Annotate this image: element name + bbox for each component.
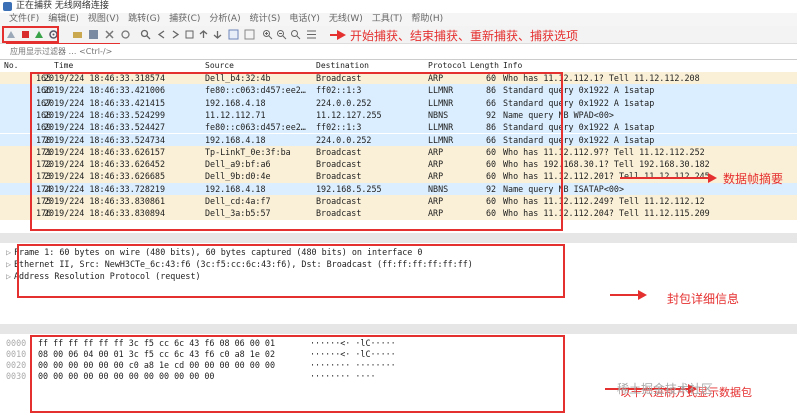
- display-filter-bar: [0, 44, 797, 60]
- colorize-icon[interactable]: [244, 29, 255, 40]
- toolbar-arrow-head: [337, 30, 346, 40]
- menu-item[interactable]: 捕获(C): [169, 13, 200, 26]
- window-title: 正在捕获 无线网络连接: [16, 1, 109, 11]
- menu-bar: 文件(F) 编辑(E) 视图(V) 跳转(G) 捕获(C) 分析(A) 统计(S) 电话(Y)…: [0, 13, 797, 26]
- pane-splitter-bottom[interactable]: [0, 324, 797, 334]
- summary-arrow-line: [620, 177, 710, 179]
- search-icon[interactable]: [140, 29, 151, 40]
- menu-item[interactable]: 视图(V): [88, 13, 119, 26]
- menu-item[interactable]: 帮助(H): [411, 13, 443, 26]
- normal-size-icon[interactable]: [290, 29, 301, 40]
- open-file-icon[interactable]: [72, 29, 83, 40]
- watermark: 稀土掘金技术社区: [617, 382, 714, 396]
- close-file-icon[interactable]: [104, 29, 115, 40]
- col-time-header[interactable]: Time: [54, 61, 73, 71]
- packet-list-highlight: [30, 72, 563, 231]
- autoscroll-icon[interactable]: [228, 29, 239, 40]
- menu-item[interactable]: 统计(S): [250, 13, 281, 26]
- capture-buttons-highlight: [2, 26, 59, 43]
- col-length-header[interactable]: Length: [470, 61, 499, 71]
- expand-arrow-icon[interactable]: ▷: [6, 270, 14, 282]
- details-annotation: 封包详细信息: [667, 292, 740, 306]
- col-source-header[interactable]: Source: [205, 61, 234, 71]
- go-back-icon[interactable]: [156, 29, 167, 40]
- go-to-packet-icon[interactable]: [184, 29, 195, 40]
- menu-item[interactable]: 无线(W): [329, 13, 363, 26]
- app-icon: [3, 2, 12, 11]
- menu-item[interactable]: 电话(Y): [289, 13, 320, 26]
- window-title-bar: 正在捕获 无线网络连接: [0, 0, 797, 13]
- resize-columns-icon[interactable]: [306, 29, 317, 40]
- menu-item[interactable]: 文件(F): [9, 13, 39, 26]
- hex-offset: 0030: [6, 371, 27, 381]
- details-arrow-head: [638, 290, 647, 300]
- hex-offset: 0000: [6, 338, 27, 348]
- summary-arrow-head: [708, 173, 717, 183]
- hex-offset: 0010: [6, 349, 27, 359]
- summary-annotation: 数据帧摘要: [723, 172, 784, 186]
- save-icon[interactable]: [88, 29, 99, 40]
- details-arrow-line: [610, 294, 640, 296]
- zoom-out-icon[interactable]: [276, 29, 287, 40]
- col-no-header[interactable]: No.: [4, 61, 18, 71]
- details-highlight: [17, 244, 565, 298]
- col-protocol-header[interactable]: Protocol: [428, 61, 467, 71]
- go-forward-icon[interactable]: [170, 29, 181, 40]
- first-packet-icon[interactable]: [198, 29, 209, 40]
- hex-offset: 0020: [6, 360, 27, 370]
- menu-item[interactable]: 编辑(E): [48, 13, 79, 26]
- menu-item[interactable]: 工具(T): [372, 13, 403, 26]
- col-destination-header[interactable]: Destination: [316, 61, 369, 71]
- pane-splitter-top[interactable]: [0, 233, 797, 243]
- toolbar-annotation: 开始捕获、结束捕获、重新捕获、捕获选项: [350, 29, 579, 43]
- packet-list-header: No. Time Source Destination Protocol Len…: [0, 61, 797, 71]
- hex-highlight: [30, 335, 565, 413]
- menu-item[interactable]: 分析(A): [209, 13, 240, 26]
- display-filter-input[interactable]: [10, 46, 120, 58]
- expand-arrow-icon[interactable]: ▷: [6, 258, 14, 270]
- last-packet-icon[interactable]: [212, 29, 223, 40]
- reload-icon[interactable]: [120, 29, 131, 40]
- menu-item[interactable]: 跳转(G): [128, 13, 160, 26]
- zoom-in-icon[interactable]: [262, 29, 273, 40]
- col-info-header[interactable]: Info: [503, 61, 522, 71]
- expand-arrow-icon[interactable]: ▷: [6, 246, 14, 258]
